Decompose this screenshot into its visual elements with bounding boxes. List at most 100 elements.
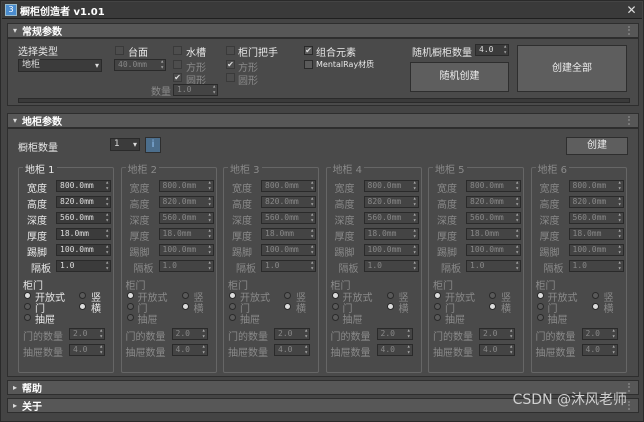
width-spinner[interactable]: 800.0mm ▴ ▾ [363, 180, 419, 192]
open-radio[interactable] [126, 292, 134, 299]
combo-checkbox[interactable]: ✔ [304, 46, 313, 55]
sink-checkbox[interactable] [173, 46, 182, 55]
spinner-arrows-icon: ▴ ▾ [160, 58, 164, 71]
vertical-radio[interactable] [181, 292, 189, 299]
thickness-spinner[interactable]: 18.0mm ▴ ▾ [261, 228, 316, 240]
door-radio[interactable] [24, 303, 31, 310]
handle-round-checkbox[interactable] [226, 73, 235, 82]
depth-spinner[interactable]: 560.0mm ▴ ▾ [466, 212, 521, 224]
width-spinner[interactable]: 800.0mm ▴ ▾ [158, 180, 214, 192]
depth-spinner[interactable]: 560.0mm ▴ ▾ [56, 212, 111, 224]
random-create-button[interactable]: 随机创建 [410, 62, 509, 92]
height-spinner[interactable]: 820.0mm ▴ ▾ [568, 196, 624, 208]
shelf-spinner[interactable]: 1.0 ▴ ▾ [568, 260, 624, 272]
door-count-spinner[interactable]: 2.0 ▴ ▾ [376, 328, 413, 340]
height-spinner[interactable]: 820.0mm ▴ ▾ [261, 196, 316, 208]
drawer-count-spinner[interactable]: 4.0 ▴ ▾ [479, 344, 515, 356]
drawer-radio[interactable] [434, 314, 441, 321]
create-all-button[interactable]: 创建全部 [517, 45, 627, 92]
width-spinner[interactable]: 800.0mm ▴ ▾ [568, 180, 624, 192]
width-spinner[interactable]: 800.0mm ▴ ▾ [466, 180, 521, 192]
cabinet-create-button[interactable]: 创建 [566, 137, 628, 155]
depth-spinner[interactable]: 560.0mm ▴ ▾ [568, 212, 624, 224]
drawer-radio[interactable] [24, 314, 31, 321]
open-radio[interactable] [536, 292, 544, 299]
door-radio[interactable] [331, 303, 339, 310]
handle-checkbox[interactable] [226, 46, 235, 55]
mentalray-checkbox[interactable] [304, 60, 313, 69]
height-spinner[interactable]: 820.0mm ▴ ▾ [363, 196, 419, 208]
horizontal-radio[interactable] [489, 303, 496, 310]
height-spinner[interactable]: 820.0mm ▴ ▾ [56, 196, 111, 208]
kick-spinner[interactable]: 100.0mm ▴ ▾ [261, 244, 316, 256]
random-count-spinner[interactable]: 4.0 ▴ ▾ [475, 44, 509, 56]
depth-spinner[interactable]: 560.0mm ▴ ▾ [363, 212, 419, 224]
type-dropdown[interactable]: 地柜 ▾ [18, 59, 102, 72]
handle-square-checkbox[interactable]: ✔ [226, 60, 235, 69]
door-count-spinner[interactable]: 2.0 ▴ ▾ [479, 328, 515, 340]
drawer-count-spinner[interactable]: 4.0 ▴ ▾ [274, 344, 310, 356]
kick-spinner[interactable]: 100.0mm ▴ ▾ [158, 244, 214, 256]
cabinet-count-dropdown[interactable]: 1 ▾ [110, 138, 140, 151]
rollout-cabinet-header[interactable]: ▾ 地柜参数 [7, 113, 639, 128]
drawer-count-spinner[interactable]: 4.0 ▴ ▾ [171, 344, 208, 356]
drawer-count-spinner[interactable]: 4.0 ▴ ▾ [69, 344, 105, 356]
drawer-count-spinner[interactable]: 4.0 ▴ ▾ [376, 344, 413, 356]
vertical-radio[interactable] [489, 292, 496, 299]
info-button[interactable]: i [145, 137, 161, 153]
door-radio[interactable] [536, 303, 544, 310]
thickness-spinner[interactable]: 18.0mm ▴ ▾ [466, 228, 521, 240]
door-count-spinner[interactable]: 2.0 ▴ ▾ [581, 328, 618, 340]
drawer-radio[interactable] [126, 314, 134, 321]
sink-square-checkbox[interactable] [173, 60, 182, 69]
kick-spinner[interactable]: 100.0mm ▴ ▾ [466, 244, 521, 256]
close-button[interactable]: ✕ [624, 3, 639, 17]
shelf-spinner[interactable]: 1.0 ▴ ▾ [56, 260, 111, 272]
width-spinner[interactable]: 800.0mm ▴ ▾ [261, 180, 316, 192]
height-spinner[interactable]: 820.0mm ▴ ▾ [466, 196, 521, 208]
kick-spinner[interactable]: 100.0mm ▴ ▾ [363, 244, 419, 256]
width-spinner[interactable]: 800.0mm ▴ ▾ [56, 180, 111, 192]
drawer-radio[interactable] [331, 314, 339, 321]
shelf-spinner[interactable]: 1.0 ▴ ▾ [158, 260, 214, 272]
open-radio[interactable] [434, 292, 441, 299]
door-radio[interactable] [126, 303, 134, 310]
vertical-radio[interactable] [284, 292, 291, 299]
open-radio[interactable] [229, 292, 236, 299]
door-radio[interactable] [434, 303, 441, 310]
rollout-general-header[interactable]: ▾ 常规参数 [7, 23, 639, 38]
vertical-radio[interactable] [386, 292, 394, 299]
shelf-spinner[interactable]: 1.0 ▴ ▾ [466, 260, 521, 272]
vertical-radio[interactable] [591, 292, 599, 299]
thickness-spinner[interactable]: 18.0mm ▴ ▾ [568, 228, 624, 240]
door-count-spinner[interactable]: 2.0 ▴ ▾ [69, 328, 105, 340]
shelf-spinner[interactable]: 1.0 ▴ ▾ [363, 260, 419, 272]
kick-spinner[interactable]: 100.0mm ▴ ▾ [56, 244, 111, 256]
horizontal-radio[interactable] [386, 303, 394, 310]
door-radio[interactable] [229, 303, 236, 310]
door-count-spinner[interactable]: 2.0 ▴ ▾ [274, 328, 310, 340]
door-count-spinner[interactable]: 2.0 ▴ ▾ [171, 328, 208, 340]
drawer-radio[interactable] [536, 314, 544, 321]
horizontal-radio[interactable] [284, 303, 291, 310]
vertical-radio[interactable] [79, 292, 86, 299]
open-radio[interactable] [24, 292, 31, 299]
countertop-checkbox[interactable] [115, 46, 124, 55]
horizontal-radio[interactable] [591, 303, 599, 310]
thickness-spinner[interactable]: 18.0mm ▴ ▾ [56, 228, 111, 240]
horizontal-radio[interactable] [79, 303, 86, 310]
kick-spinner[interactable]: 100.0mm ▴ ▾ [568, 244, 624, 256]
depth-spinner[interactable]: 560.0mm ▴ ▾ [261, 212, 316, 224]
countertop-spinner[interactable]: 40.0mm ▴ ▾ [114, 59, 166, 71]
shelf-spinner[interactable]: 1.0 ▴ ▾ [261, 260, 316, 272]
thickness-spinner[interactable]: 18.0mm ▴ ▾ [158, 228, 214, 240]
open-radio[interactable] [331, 292, 339, 299]
depth-spinner[interactable]: 560.0mm ▴ ▾ [158, 212, 214, 224]
horizontal-radio[interactable] [181, 303, 189, 310]
sink-round-checkbox[interactable]: ✔ [173, 73, 182, 82]
drawer-count-spinner[interactable]: 4.0 ▴ ▾ [581, 344, 618, 356]
height-spinner[interactable]: 820.0mm ▴ ▾ [158, 196, 214, 208]
thickness-spinner[interactable]: 18.0mm ▴ ▾ [363, 228, 419, 240]
count-spinner[interactable]: 1.0 ▴ ▾ [173, 84, 218, 96]
drawer-radio[interactable] [229, 314, 236, 321]
